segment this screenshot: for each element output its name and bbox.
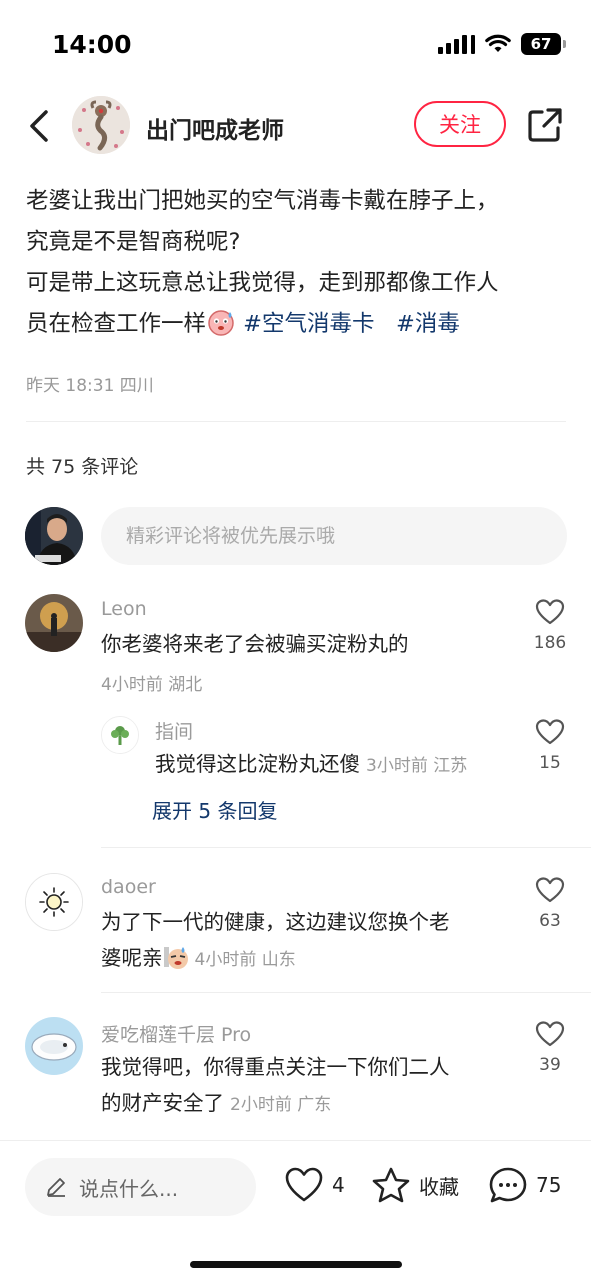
comment-total: 75: [536, 1173, 562, 1197]
divider: [26, 421, 566, 422]
commenter-avatar[interactable]: [25, 1017, 83, 1075]
post-header: 出门吧成老师 关注: [0, 92, 591, 160]
comment-meta: 4小时前 山东: [194, 950, 296, 970]
like-heart-icon[interactable]: [535, 876, 565, 904]
star-icon: [372, 1167, 410, 1203]
my-avatar: [25, 507, 83, 565]
comment-input[interactable]: 精彩评论将被优先展示哦: [101, 507, 567, 565]
like-button[interactable]: 4: [284, 1166, 345, 1204]
collect-button[interactable]: 收藏: [371, 1166, 459, 1204]
reply-meta: 3小时前 江苏: [366, 756, 468, 776]
like-count: 63: [539, 911, 561, 931]
reply-text: 我觉得这比淀粉丸还傻 3小时前 江苏: [155, 746, 467, 784]
like-heart-icon[interactable]: [535, 1020, 565, 1048]
divider: [101, 847, 591, 848]
comment-text-fragment: 的财产安全了: [101, 1091, 224, 1115]
like-heart-icon[interactable]: [535, 718, 565, 746]
like-count: 4: [332, 1173, 345, 1197]
comment-text-fragment: 婆呢亲: [101, 946, 163, 970]
commenter-name[interactable]: 爱吃榴莲千层 Pro: [101, 1020, 251, 1047]
commenter-name[interactable]: Leon: [101, 598, 147, 620]
collect-label: 收藏: [419, 1174, 459, 1199]
follow-button[interactable]: 关注: [414, 101, 506, 147]
hashtag-link[interactable]: #消毒: [396, 311, 460, 337]
commenter-name[interactable]: daoer: [101, 876, 156, 898]
post-text-line: 老婆让我出门把她买的空气消毒卡戴在脖子上，: [26, 188, 499, 214]
commenter-avatar[interactable]: [25, 594, 83, 652]
comment-text: 你老婆将来老了会被骗买淀粉丸的: [101, 632, 409, 656]
comment-text: 的财产安全了 2小时前 广东: [101, 1085, 331, 1123]
commenter-avatar[interactable]: [25, 873, 83, 931]
sweating-face-emoji-icon: [208, 310, 234, 336]
share-icon[interactable]: [526, 106, 564, 144]
home-indicator: [190, 1261, 402, 1268]
comment-text: 我觉得吧，你得重点关注一下你们二人: [101, 1055, 450, 1079]
comment-text: 婆呢亲 4小时前 山东: [101, 940, 296, 978]
comment-bubble-icon: [489, 1167, 527, 1203]
battery-icon: 67: [521, 33, 566, 55]
status-bar: 14:00 67: [0, 0, 591, 92]
pencil-icon: [47, 1178, 65, 1197]
bottom-action-bar: 说点什么... 4 收藏 75: [0, 1140, 591, 1280]
post-text-line: 究竟是不是智商税呢?: [26, 229, 241, 255]
status-time: 14:00: [52, 30, 132, 59]
divider: [101, 992, 591, 993]
heart-icon: [285, 1167, 323, 1202]
bottom-input-placeholder: 说点什么...: [79, 1177, 179, 1201]
like-count: 39: [539, 1055, 561, 1075]
comment-text: 为了下一代的健康，这边建议您换个老: [101, 910, 450, 934]
comment-meta: 4小时前 湖北: [101, 675, 203, 695]
wifi-icon: [485, 34, 511, 52]
like-heart-icon[interactable]: [535, 598, 565, 626]
like-count: 15: [539, 753, 561, 773]
comment-button[interactable]: 75: [488, 1166, 561, 1204]
post-content: 老婆让我出门把她买的空气消毒卡戴在脖子上， 究竟是不是智商税呢? 可是带上这玩意…: [26, 181, 571, 345]
post-text-line: 员在检查工作一样 #空气消毒卡 #消毒: [26, 304, 571, 345]
sweat-emoji-icon: [163, 947, 188, 969]
cellular-signal-icon: [438, 34, 475, 54]
like-count: 186: [533, 633, 567, 653]
post-text-line: 可是带上这玩意总让我觉得，走到那都像工作人: [26, 270, 499, 296]
comment-count-label: 共 75 条评论: [26, 456, 139, 478]
expand-replies-link[interactable]: 展开 5 条回复: [152, 795, 277, 824]
post-text-fragment: 员在检查工作一样: [26, 311, 207, 337]
comment-meta: 2小时前 广东: [230, 1095, 332, 1115]
replier-avatar[interactable]: [101, 716, 139, 754]
bottom-comment-input[interactable]: 说点什么...: [25, 1158, 256, 1216]
hashtag-link[interactable]: #空气消毒卡: [243, 311, 374, 337]
author-name[interactable]: 出门吧成老师: [146, 111, 284, 145]
author-avatar[interactable]: [72, 96, 130, 154]
replier-name[interactable]: 指间: [155, 717, 193, 744]
status-icons: 67: [438, 33, 566, 55]
back-arrow-icon[interactable]: [22, 106, 58, 146]
reply-text-content: 我觉得这比淀粉丸还傻: [155, 752, 360, 776]
post-timestamp-location: 昨天 18:31 四川: [26, 376, 154, 396]
